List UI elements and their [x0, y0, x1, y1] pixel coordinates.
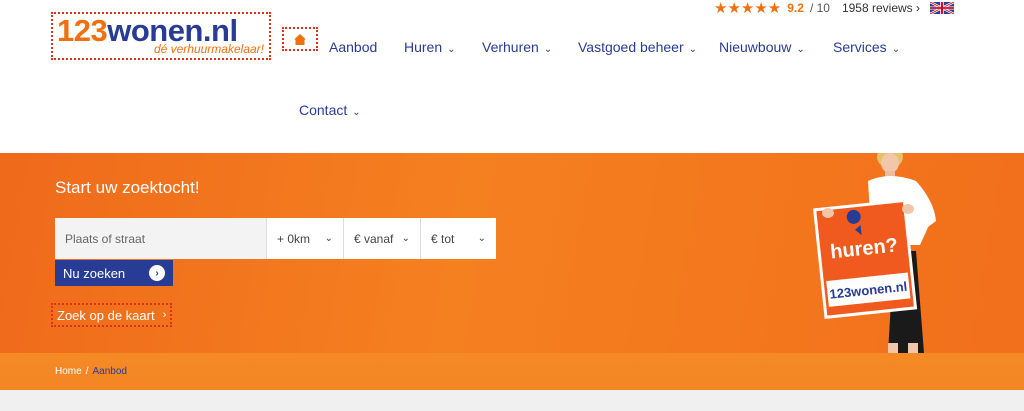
chevron-right-icon: ›	[162, 309, 167, 321]
price-to-select[interactable]: € tot ⌄	[420, 218, 496, 259]
map-search-link[interactable]: Zoek op de kaart ›	[51, 303, 173, 327]
rating-scale: / 10	[809, 1, 830, 15]
site-header: 123wonen.nl dé verhuurmakelaar! Aanbod H…	[0, 0, 1024, 153]
chevron-down-icon: ⌄	[891, 44, 901, 55]
home-button[interactable]	[282, 27, 318, 51]
chevron-down-icon: ⌄	[447, 44, 456, 55]
breadcrumb: Home / Aanbod	[55, 366, 127, 377]
breadcrumb-current: Aanbod	[92, 366, 127, 377]
hero-title: Start uw zoektocht!	[55, 178, 200, 197]
price-from-select[interactable]: € vanaf ⌄	[343, 218, 420, 259]
star-rating-icon: ★★★★★	[714, 0, 782, 17]
search-button[interactable]: Nu zoeken ›	[55, 260, 173, 286]
breadcrumb-home[interactable]: Home	[55, 366, 82, 377]
content-area	[0, 390, 1024, 411]
breadcrumb-separator: /	[85, 366, 89, 377]
nav-item-huren[interactable]: Huren ⌄	[404, 38, 456, 59]
chevron-down-icon: ⌄	[401, 233, 410, 244]
chevron-down-icon: ⌄	[352, 107, 361, 118]
breadcrumb-band: Home / Aanbod	[0, 353, 1024, 390]
hero-banner: Start uw zoektocht! Plaats of straat + 0…	[0, 153, 1024, 353]
home-icon	[294, 33, 306, 45]
rating-score: 9.2	[787, 1, 804, 15]
chevron-down-icon: ⌄	[796, 44, 805, 55]
chevron-down-icon: ⌄	[477, 233, 486, 244]
nav-item-verhuren[interactable]: Verhuren ⌄	[482, 38, 552, 59]
radius-select[interactable]: + 0km ⌄	[266, 218, 343, 259]
review-rating[interactable]: ★★★★★ 9.2 / 10 1958 reviews ›	[714, 0, 955, 17]
nav-item-aanbod[interactable]: Aanbod	[329, 38, 377, 56]
nav-item-contact[interactable]: Contact ⌄	[299, 101, 361, 122]
search-bar: Plaats of straat + 0km ⌄ € vanaf ⌄ € tot ⌄	[55, 218, 496, 259]
nav-item-vastgoed-beheer[interactable]: Vastgoed beheer ⌄	[578, 38, 697, 59]
uk-flag-icon[interactable]	[930, 2, 955, 14]
site-logo[interactable]: 123wonen.nl dé verhuurmakelaar!	[51, 12, 271, 60]
chevron-down-icon: ⌄	[688, 44, 697, 55]
chevron-down-icon: ⌄	[324, 233, 333, 244]
logo-tagline: dé verhuurmakelaar!	[153, 42, 264, 56]
arrow-right-icon: ›	[149, 265, 165, 281]
chevron-down-icon: ⌄	[543, 44, 553, 55]
place-search-input[interactable]: Plaats of straat	[55, 218, 266, 259]
nav-item-nieuwbouw[interactable]: Nieuwbouw ⌄	[719, 38, 805, 59]
person-with-sign-illustration: huren? 123wonen.nl	[813, 153, 936, 353]
nav-item-services[interactable]: Services ⌄	[833, 38, 900, 59]
reviews-link[interactable]: 1958 reviews ›	[842, 1, 920, 15]
